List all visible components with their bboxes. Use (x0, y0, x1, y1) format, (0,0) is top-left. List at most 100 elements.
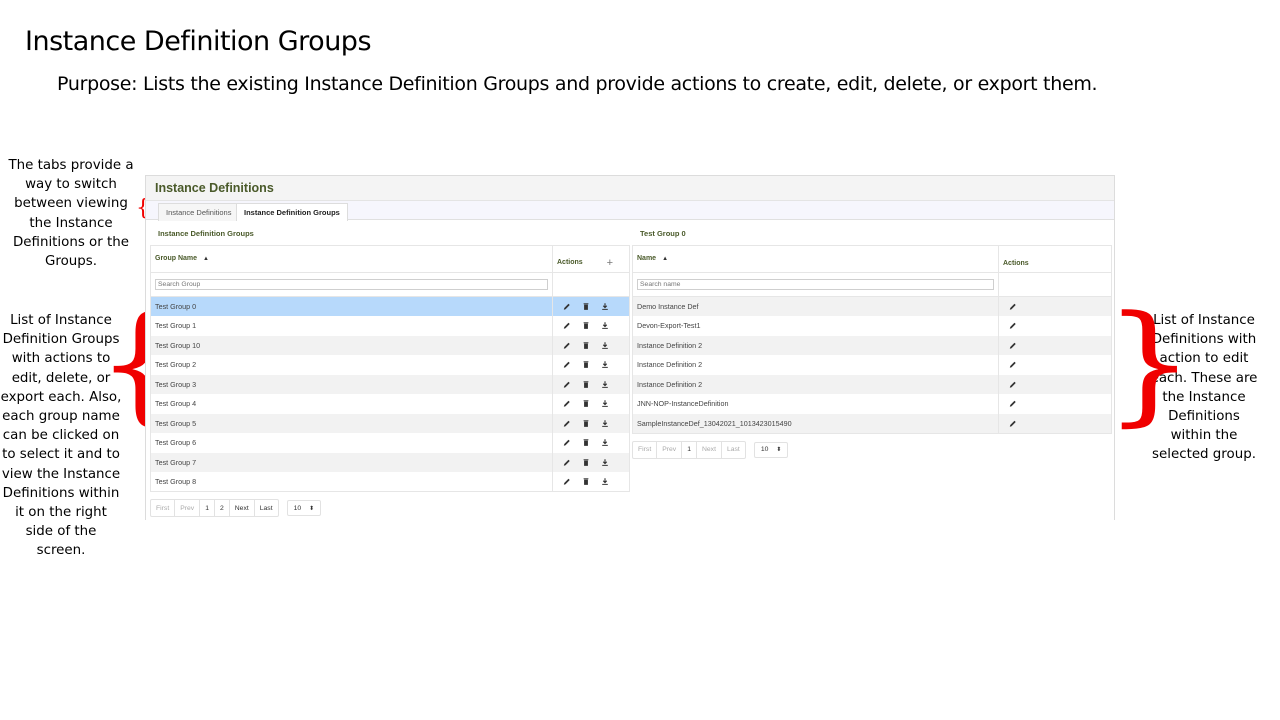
row-name[interactable]: Test Group 0 (150, 296, 553, 316)
app-window: Instance Definitions Instance Definition… (145, 175, 1115, 520)
edit-icon[interactable] (1009, 419, 1017, 428)
export-icon[interactable] (601, 321, 609, 330)
row-name[interactable]: Test Group 4 (150, 394, 553, 414)
page-1-button[interactable]: 1 (682, 441, 697, 458)
edit-icon[interactable] (563, 321, 571, 330)
export-icon[interactable] (601, 419, 609, 428)
delete-icon[interactable] (582, 302, 590, 311)
table-row[interactable]: Test Group 0 (150, 296, 630, 316)
edit-icon[interactable] (563, 458, 571, 467)
edit-icon[interactable] (563, 302, 571, 311)
definition-name-header[interactable]: Name ▲ (632, 245, 999, 273)
edit-icon[interactable] (563, 341, 571, 350)
row-actions (998, 355, 1112, 375)
last-page-button[interactable]: Last (722, 442, 745, 458)
first-page-button[interactable]: First (633, 441, 658, 458)
export-icon[interactable] (601, 341, 609, 350)
table-row[interactable]: Test Group 6 (150, 433, 630, 453)
table-row[interactable]: JNN-NOP-InstanceDefinition (632, 394, 1112, 414)
delete-icon[interactable] (582, 380, 590, 389)
row-name[interactable]: Test Group 1 (150, 316, 553, 336)
row-name[interactable]: Instance Definition 2 (632, 335, 999, 355)
edit-icon[interactable] (563, 380, 571, 389)
table-row[interactable]: Test Group 4 (150, 394, 630, 414)
tab-instance-definition-groups[interactable]: Instance Definition Groups (236, 203, 348, 221)
row-actions (998, 394, 1112, 414)
edit-icon[interactable] (563, 399, 571, 408)
table-row[interactable]: Instance Definition 2 (632, 355, 1112, 375)
prev-page-button[interactable]: Prev (175, 500, 201, 516)
delete-icon[interactable] (582, 399, 590, 408)
row-name[interactable]: Test Group 6 (150, 433, 553, 453)
table-row[interactable]: Test Group 2 (150, 355, 630, 375)
row-actions (552, 335, 630, 355)
row-name[interactable]: Test Group 10 (150, 335, 553, 355)
next-page-button[interactable]: Next (697, 441, 722, 458)
row-name[interactable]: Instance Definition 2 (632, 374, 999, 394)
first-page-button[interactable]: First (151, 500, 176, 516)
table-row[interactable]: Instance Definition 2 (632, 374, 1112, 394)
delete-icon[interactable] (582, 458, 590, 467)
tab-instance-definitions[interactable]: Instance Definitions (158, 203, 240, 221)
search-name-input[interactable] (637, 279, 994, 290)
group-name-header[interactable]: Group Name ▲ (150, 245, 553, 273)
table-row[interactable]: SampleInstanceDef_13042021_1013423015490 (632, 413, 1112, 434)
edit-icon[interactable] (563, 477, 571, 486)
row-name[interactable]: SampleInstanceDef_13042021_1013423015490 (632, 413, 999, 434)
export-icon[interactable] (601, 458, 609, 467)
row-actions (552, 452, 630, 472)
delete-icon[interactable] (582, 438, 590, 447)
delete-icon[interactable] (582, 341, 590, 350)
row-name[interactable]: Test Group 8 (150, 472, 553, 492)
row-name[interactable]: Test Group 2 (150, 355, 553, 375)
delete-icon[interactable] (582, 419, 590, 428)
page-size-value: 10 (293, 504, 302, 512)
groups-panel: Instance Definition Groups Group Name ▲ A… (150, 221, 630, 517)
export-icon[interactable] (601, 380, 609, 389)
export-icon[interactable] (601, 360, 609, 369)
export-icon[interactable] (601, 399, 609, 408)
export-icon[interactable] (601, 302, 609, 311)
table-row[interactable]: Test Group 7 (150, 452, 630, 472)
definitions-pagination: First Prev 1 Next Last 10 ⬍ (632, 440, 1112, 459)
delete-icon[interactable] (582, 321, 590, 330)
edit-icon[interactable] (1009, 360, 1017, 369)
edit-icon[interactable] (1009, 341, 1017, 350)
edit-icon[interactable] (1009, 380, 1017, 389)
delete-icon[interactable] (582, 477, 590, 486)
prev-page-button[interactable]: Prev (657, 441, 683, 458)
add-group-icon[interactable]: + (607, 258, 613, 269)
edit-icon[interactable] (1009, 302, 1017, 311)
page-size-select[interactable]: 10 ⬍ (286, 500, 322, 516)
export-icon[interactable] (601, 477, 609, 486)
delete-icon[interactable] (582, 360, 590, 369)
edit-icon[interactable] (1009, 321, 1017, 330)
edit-icon[interactable] (1009, 399, 1017, 408)
edit-icon[interactable] (563, 438, 571, 447)
table-row[interactable]: Demo Instance Def (632, 296, 1112, 316)
table-row[interactable]: Test Group 3 (150, 374, 630, 394)
table-row[interactable]: Test Group 5 (150, 413, 630, 433)
table-row[interactable]: Devon-Export-Test1 (632, 316, 1112, 336)
edit-icon[interactable] (563, 419, 571, 428)
row-name[interactable]: JNN-NOP-InstanceDefinition (632, 394, 999, 414)
last-page-button[interactable]: Last (255, 500, 278, 516)
row-name[interactable]: Demo Instance Def (632, 296, 999, 316)
row-name[interactable]: Test Group 3 (150, 374, 553, 394)
page-2-button[interactable]: 2 (215, 500, 230, 516)
table-row[interactable]: Instance Definition 2 (632, 335, 1112, 355)
table-row[interactable]: Test Group 10 (150, 335, 630, 355)
page-1-button[interactable]: 1 (200, 500, 215, 516)
definitions-actions-header: Actions (998, 245, 1112, 273)
search-group-input[interactable] (155, 279, 548, 290)
row-name[interactable]: Instance Definition 2 (632, 355, 999, 375)
next-page-button[interactable]: Next (230, 500, 255, 516)
row-name[interactable]: Test Group 5 (150, 413, 553, 433)
export-icon[interactable] (601, 438, 609, 447)
row-name[interactable]: Devon-Export-Test1 (632, 316, 999, 336)
table-row[interactable]: Test Group 8 (150, 472, 630, 492)
page-size-select[interactable]: 10 ⬍ (753, 441, 789, 458)
table-row[interactable]: Test Group 1 (150, 316, 630, 336)
edit-icon[interactable] (563, 360, 571, 369)
row-name[interactable]: Test Group 7 (150, 452, 553, 472)
